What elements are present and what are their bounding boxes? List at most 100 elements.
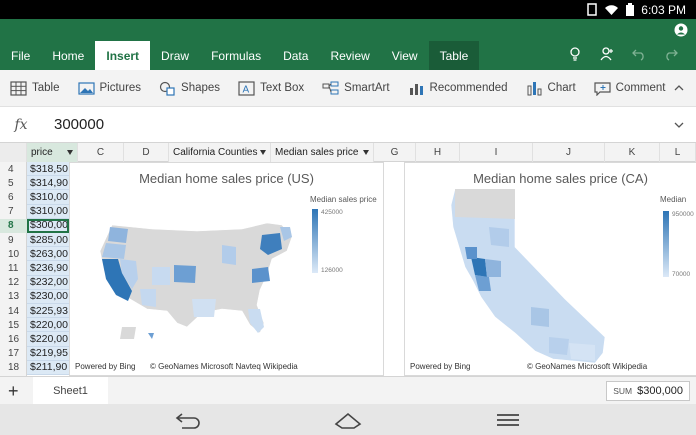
ca-county-kern xyxy=(531,307,549,327)
column-e-filter-label: California Counties xyxy=(173,147,258,158)
filter-dropdown-icon[interactable] xyxy=(363,150,369,155)
screen-rotation-icon xyxy=(587,3,598,16)
account-icon[interactable] xyxy=(674,23,688,37)
insert-pictures-button[interactable]: Pictures xyxy=(77,81,141,96)
column-header-k[interactable]: K xyxy=(605,143,660,162)
row-header[interactable]: 18 xyxy=(0,361,27,375)
formula-input[interactable]: 300000 xyxy=(42,116,104,133)
column-header-i[interactable]: I xyxy=(460,143,533,162)
price-cell[interactable]: $300,00 xyxy=(27,218,69,233)
column-header-h[interactable]: H xyxy=(416,143,460,162)
price-cell[interactable]: $225,93 xyxy=(27,304,69,319)
tab-data[interactable]: Data xyxy=(272,41,319,70)
tab-table[interactable]: Table xyxy=(428,41,480,70)
column-header-l[interactable]: L xyxy=(660,143,696,162)
price-cell[interactable]: $219,95 xyxy=(27,346,69,361)
column-header-b[interactable]: price xyxy=(27,143,78,162)
row-header[interactable]: 14 xyxy=(0,304,27,318)
price-cell[interactable]: $285,00 xyxy=(27,233,69,248)
tab-home[interactable]: Home xyxy=(41,41,95,70)
row-header[interactable]: 7 xyxy=(0,205,27,219)
tab-file[interactable]: File xyxy=(0,41,41,70)
state-utah xyxy=(152,267,170,285)
collapse-ribbon-icon[interactable] xyxy=(674,83,684,93)
row-header[interactable]: 8 xyxy=(0,218,27,233)
insert-recommended-button[interactable]: Recommended xyxy=(408,81,508,96)
insert-text-box-label: Text Box xyxy=(260,82,305,94)
price-cell[interactable]: $310,00 xyxy=(27,190,69,205)
sheet-tab-sheet1[interactable]: Sheet1 xyxy=(33,377,108,405)
select-all-corner[interactable] xyxy=(0,143,27,162)
legend-gradient xyxy=(663,211,669,277)
filter-dropdown-icon[interactable] xyxy=(260,150,266,155)
lightbulb-icon[interactable] xyxy=(568,47,582,61)
row-header[interactable]: 5 xyxy=(0,176,27,190)
row-header[interactable]: 4 xyxy=(0,162,27,176)
row-header[interactable]: 13 xyxy=(0,290,27,304)
column-header-c[interactable]: C xyxy=(78,143,124,162)
ribbon: File Home Insert Draw Formulas Data Revi… xyxy=(0,19,696,70)
row-header[interactable]: 10 xyxy=(0,247,27,261)
state-florida xyxy=(248,309,264,333)
tab-insert[interactable]: Insert xyxy=(95,41,151,70)
legend-min: 70000 xyxy=(672,271,691,278)
powered-by-bing: Powered by Bing xyxy=(75,362,136,371)
row-header[interactable]: 12 xyxy=(0,276,27,290)
row-header[interactable]: 9 xyxy=(0,233,27,247)
status-sum[interactable]: SUM $300,000 xyxy=(606,381,690,401)
tab-review[interactable]: Review xyxy=(319,41,380,70)
row-header[interactable]: 6 xyxy=(0,190,27,204)
add-sheet-button[interactable]: + xyxy=(8,381,19,402)
comment-icon xyxy=(594,81,611,96)
ca-county-san-diego xyxy=(569,343,595,361)
price-cell[interactable]: $220,00 xyxy=(27,318,69,333)
ca-map-chart[interactable]: Median home sales price (CA) Median 9500… xyxy=(404,162,696,376)
price-cell[interactable]: $236,90 xyxy=(27,261,69,276)
sum-label: SUM xyxy=(613,386,633,396)
insert-text-box-button[interactable]: A Text Box xyxy=(238,80,305,96)
insert-chart-button[interactable]: Chart xyxy=(526,81,576,96)
price-cell[interactable]: $314,90 xyxy=(27,176,69,191)
insert-shapes-button[interactable]: Shapes xyxy=(159,81,220,96)
tab-formulas[interactable]: Formulas xyxy=(200,41,272,70)
menu-icon[interactable] xyxy=(494,410,522,430)
insert-comment-button[interactable]: Comment xyxy=(594,81,666,96)
price-cell[interactable]: $310,00 xyxy=(27,204,69,219)
ca-county-sacramento xyxy=(489,227,509,247)
row-header[interactable]: 15 xyxy=(0,318,27,332)
tab-draw[interactable]: Draw xyxy=(150,41,200,70)
row-header[interactable]: 11 xyxy=(0,261,27,275)
insert-smartart-label: SmartArt xyxy=(344,82,390,94)
filter-dropdown-icon[interactable] xyxy=(67,150,73,155)
insert-smartart-button[interactable]: SmartArt xyxy=(322,81,390,96)
price-cell[interactable]: $263,00 xyxy=(27,247,69,262)
price-cell[interactable]: $232,00 xyxy=(27,275,69,290)
android-nav-bar xyxy=(0,404,696,435)
column-header-j[interactable]: J xyxy=(533,143,605,162)
price-cell[interactable]: $318,50 xyxy=(27,162,69,177)
legend-max: 425000 xyxy=(321,209,343,216)
undo-icon[interactable] xyxy=(632,47,646,61)
column-header-d[interactable]: D xyxy=(124,143,169,162)
column-header-g[interactable]: G xyxy=(374,143,416,162)
home-icon[interactable] xyxy=(334,410,362,430)
price-cell[interactable]: $230,00 xyxy=(27,289,69,304)
column-b-filter-label: price xyxy=(31,147,53,158)
row-header[interactable]: 16 xyxy=(0,332,27,346)
tab-view[interactable]: View xyxy=(381,41,429,70)
price-cell[interactable]: $220,00 xyxy=(27,332,69,347)
column-header-e[interactable]: California Counties xyxy=(169,143,271,162)
formula-bar: fx 300000 xyxy=(0,107,696,143)
fx-label: fx xyxy=(14,116,28,133)
ca-county-alameda xyxy=(485,259,501,277)
us-map-chart[interactable]: Median home sales price (US) Median sale… xyxy=(69,162,384,376)
share-person-icon[interactable] xyxy=(600,47,614,61)
expand-formula-icon[interactable] xyxy=(674,121,684,129)
price-cell[interactable]: $211,90 xyxy=(27,360,69,375)
redo-icon[interactable] xyxy=(664,47,678,61)
insert-table-button[interactable]: Table xyxy=(10,80,60,96)
ca-county-los-angeles xyxy=(549,337,569,355)
back-icon[interactable] xyxy=(174,410,202,430)
column-header-f[interactable]: Median sales price xyxy=(271,143,374,162)
row-header[interactable]: 17 xyxy=(0,347,27,361)
